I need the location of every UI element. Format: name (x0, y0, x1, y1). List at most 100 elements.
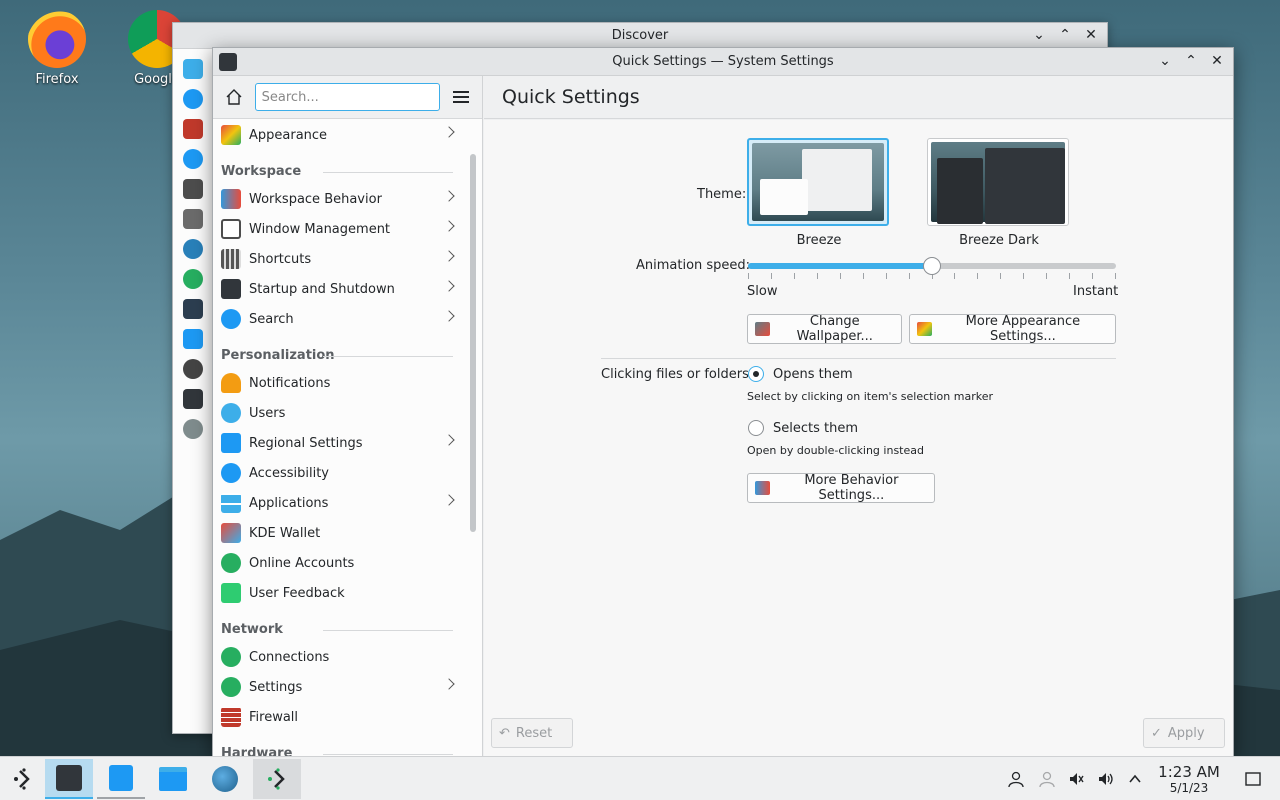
taskbar-dolphin[interactable] (149, 759, 197, 799)
sidebar-item-label: Appearance (249, 127, 328, 143)
slider-tick (954, 273, 955, 279)
volume-icon[interactable] (1096, 769, 1116, 789)
chevron-right-icon (443, 190, 455, 202)
change-wallpaper-label: Change Wallpaper... (796, 314, 873, 344)
chevron-right-icon (443, 126, 455, 138)
desktop-icon-firefox[interactable]: Firefox (12, 10, 102, 87)
sidebar-item-regional-settings[interactable]: Regional Settings (213, 428, 463, 458)
folder-icon (159, 767, 187, 791)
sidebar-item-user-feedback[interactable]: User Feedback (213, 578, 463, 608)
chevron-right-icon (443, 250, 455, 262)
taskbar-system-settings[interactable] (45, 759, 93, 799)
settings-titlebar[interactable]: Quick Settings — System Settings ⌄ ⌃ ✕ (213, 48, 1233, 76)
sidebar-item-label: Users (249, 405, 286, 421)
app-launcher-button[interactable] (0, 759, 48, 799)
science-icon[interactable] (182, 359, 203, 379)
theme-thumbnail-breeze[interactable] (747, 138, 889, 226)
theme-thumbnail-breeze-dark[interactable] (927, 138, 1069, 226)
multimedia-icon[interactable] (182, 299, 203, 319)
games-icon[interactable] (182, 209, 203, 229)
clicking-files-label: Clicking files or folders: (601, 367, 754, 382)
chevron-right-icon (443, 494, 455, 506)
sidebar-item-kde-wallet[interactable]: KDE Wallet (213, 518, 463, 548)
appearance-icon (221, 125, 241, 145)
sidebar-item-workspace-behavior[interactable]: Workspace Behavior (213, 184, 463, 214)
sidebar-item-connections[interactable]: Connections (213, 642, 463, 672)
toolbox-icon[interactable] (182, 119, 203, 139)
sidebar-item-accessibility[interactable]: Accessibility (213, 458, 463, 488)
window-management-icon (221, 219, 241, 239)
clock[interactable]: 1:23 AM 5/1/23 (1150, 763, 1228, 795)
sidebar-item-appearance[interactable]: Appearance (213, 120, 463, 150)
user-icon[interactable] (1006, 769, 1026, 789)
slider-tick (794, 273, 795, 279)
taskbar-browser[interactable] (201, 759, 249, 799)
more-appearance-settings-button[interactable]: More Appearance Settings... (909, 314, 1116, 344)
users-icon[interactable] (1037, 769, 1057, 789)
selects-them-label[interactable]: Selects them (773, 421, 858, 436)
more-icon[interactable] (182, 419, 203, 439)
office-icon[interactable] (182, 329, 203, 349)
sidebar-item-startup-shutdown[interactable]: Startup and Shutdown (213, 274, 463, 304)
slider-handle[interactable] (923, 257, 941, 275)
more-appearance-label: More Appearance Settings... (965, 314, 1081, 344)
reset-button[interactable]: ↶ Reset (491, 718, 573, 748)
chevron-right-icon (443, 280, 455, 292)
sidebar-item-window-management[interactable]: Window Management (213, 214, 463, 244)
accessibility-icon[interactable] (182, 89, 203, 109)
sidebar-item-label: Notifications (249, 375, 331, 391)
sidebar-item-label: Firewall (249, 709, 299, 725)
taskbar-discover[interactable] (97, 759, 145, 799)
sidebar-item-label: Settings (249, 679, 303, 695)
animation-speed-slider[interactable] (748, 255, 1116, 279)
sidebar-item-notifications[interactable]: Notifications (213, 368, 463, 398)
show-desktop-icon[interactable] (1243, 769, 1263, 789)
close-icon[interactable]: ✕ (1083, 27, 1099, 43)
maximize-icon[interactable]: ⌃ (1057, 27, 1073, 43)
minimize-icon[interactable]: ⌄ (1031, 27, 1047, 43)
home-icon (226, 89, 242, 105)
opens-them-label[interactable]: Opens them (773, 367, 853, 382)
internet-icon[interactable] (182, 269, 203, 289)
sidebar-item-network-settings[interactable]: Settings (213, 672, 463, 702)
search-input[interactable] (254, 83, 441, 111)
home-button[interactable] (221, 84, 247, 110)
sidebar-item-shortcuts[interactable]: Shortcuts (213, 244, 463, 274)
sidebar-item-firewall[interactable]: Firewall (213, 702, 463, 732)
sidebar-item-label: Applications (249, 495, 329, 511)
clock-date: 5/1/23 (1169, 781, 1209, 795)
change-wallpaper-button[interactable]: Change Wallpaper... (747, 314, 902, 344)
reset-label: Reset (515, 725, 553, 741)
slider-tick (863, 273, 864, 279)
taskbar-launcher-2[interactable] (253, 759, 301, 799)
radio-opens-them[interactable] (748, 366, 764, 382)
system-settings-window[interactable]: Quick Settings — System Settings ⌄ ⌃ ✕ A… (212, 47, 1234, 757)
slider-tick (1023, 273, 1024, 279)
system-icon[interactable] (182, 389, 203, 409)
minimize-icon[interactable]: ⌄ (1157, 53, 1173, 69)
development-icon[interactable] (182, 149, 203, 169)
hamburger-menu-button[interactable] (448, 84, 474, 110)
appearance-icon (917, 322, 932, 336)
section-network: Network (213, 608, 463, 642)
applications-icon[interactable] (182, 59, 203, 79)
education-icon[interactable] (182, 179, 203, 199)
more-behavior-settings-button[interactable]: More Behavior Settings... (747, 473, 935, 503)
graphics-icon[interactable] (182, 239, 203, 259)
selects-them-hint: Open by double-clicking instead (747, 444, 924, 457)
discover-titlebar[interactable]: Discover ⌄ ⌃ ✕ (173, 23, 1107, 49)
sidebar-item-label: Regional Settings (249, 435, 363, 451)
close-icon[interactable]: ✕ (1209, 53, 1225, 69)
maximize-icon[interactable]: ⌃ (1183, 53, 1199, 69)
sidebar-header (213, 76, 482, 119)
sidebar-scrollbar[interactable] (470, 154, 476, 532)
apply-button[interactable]: ✓ Apply (1143, 718, 1225, 748)
sidebar-item-search[interactable]: Search (213, 304, 463, 334)
microphone-muted-icon[interactable] (1066, 769, 1086, 789)
chevron-up-icon[interactable] (1125, 769, 1145, 789)
section-personalization: Personalization (213, 334, 463, 368)
sidebar-item-applications[interactable]: Applications (213, 488, 463, 518)
sidebar-item-online-accounts[interactable]: Online Accounts (213, 548, 463, 578)
sidebar-item-users[interactable]: Users (213, 398, 463, 428)
radio-selects-them[interactable] (748, 420, 764, 436)
